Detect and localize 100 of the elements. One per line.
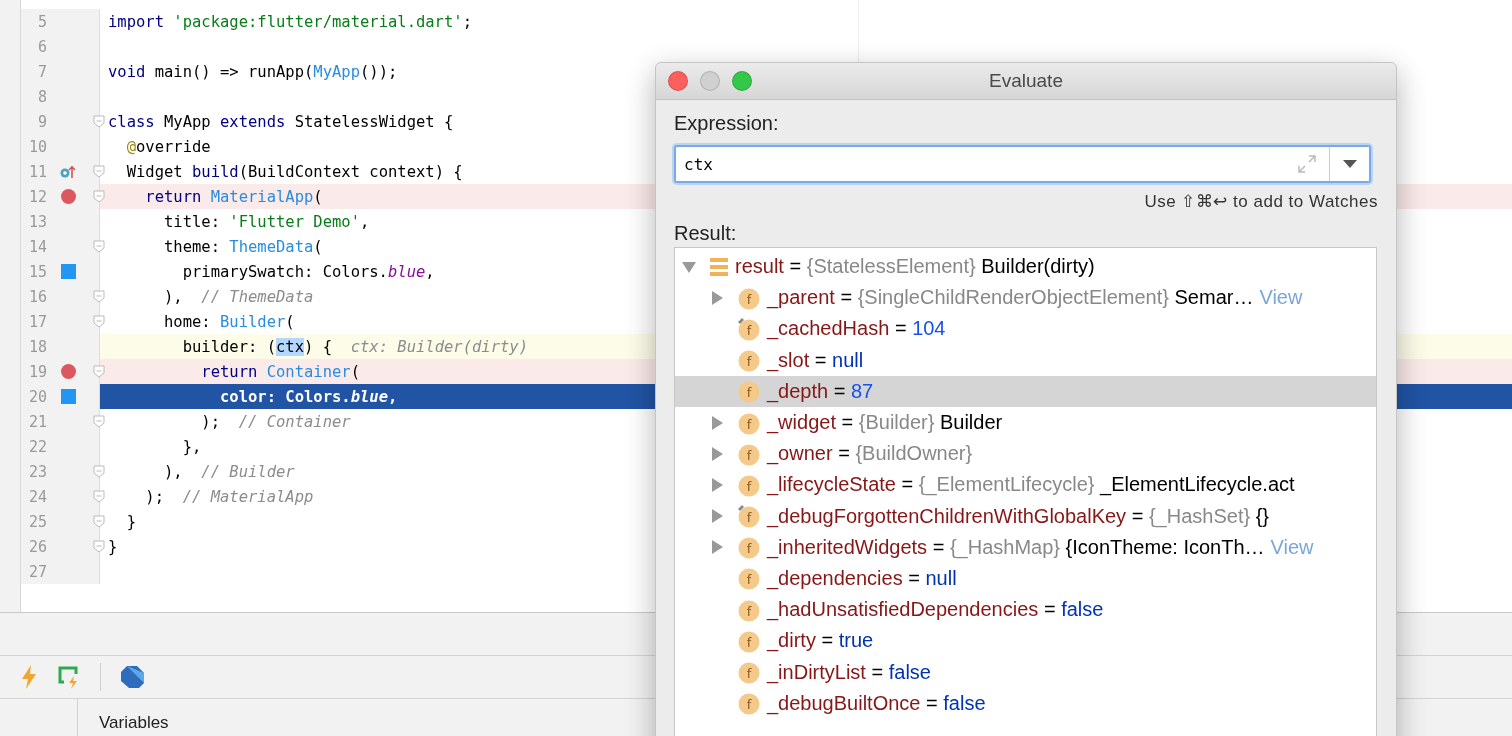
expand-arrow-icon[interactable] [709,445,725,462]
lightning-icon[interactable] [20,664,38,690]
history-dropdown-button[interactable] [1329,147,1369,181]
expression-input[interactable]: ctx [676,153,1297,175]
result-tree-row[interactable]: f _parent = {SingleChildRenderObjectElement} Semar… View [675,282,1376,314]
fold-marker-icon[interactable] [93,315,105,328]
expand-arrow-icon[interactable] [709,414,725,431]
result-entry: _dirty = true [767,629,874,653]
result-entry: _cachedHash = 104 [767,317,946,341]
fold-marker-icon[interactable] [93,540,105,553]
result-tree-row[interactable]: f _depth = 87 [675,375,1376,407]
breakpoint-icon[interactable] [60,189,76,204]
field-icon: f [737,566,761,591]
line-number: 9 [36,112,47,131]
line-number: 8 [36,87,47,106]
line-number: 26 [27,537,47,556]
fold-marker-icon[interactable] [93,415,105,428]
result-tree-row[interactable]: f _dependencies = null [675,562,1376,595]
result-entry: _dependencies = null [767,566,957,590]
field-icon: f [737,316,761,341]
color-swatch-icon[interactable] [60,264,76,279]
line-number: 13 [27,212,47,231]
line-number: 16 [27,287,47,306]
result-entry: result = {StatelessElement} Builder(dirty) [735,255,1095,279]
result-tree-row[interactable]: f _owner = {BuildOwner} [675,438,1376,470]
expand-arrow-icon[interactable] [709,289,725,306]
code-line: home: Builder( [163,312,295,331]
code-line: }, [181,437,202,456]
fold-marker-icon[interactable] [93,490,105,503]
code-line: import 'package:flutter/material.dart'; [108,12,472,31]
field-icon: f [737,348,761,373]
breakpoint-icon[interactable] [60,364,76,379]
dialog-title: Evaluate [989,70,1063,92]
line-number: 21 [27,412,47,431]
expression-field[interactable]: ctx [674,145,1371,183]
list-icon [709,255,729,278]
result-entry: _widget = {Builder} Builder [767,411,1003,435]
color-swatch-icon[interactable] [60,389,76,404]
field-icon: f [737,379,761,404]
line-number: 24 [27,487,47,506]
code-line: title: 'Flutter Demo', [163,212,370,231]
result-entry: _debugBuiltOnce = false [767,691,986,715]
code-line: void main() => runApp(MyApp()); [108,62,398,81]
result-tree-row[interactable]: f _slot = null [675,344,1376,376]
code-line: ); // MaterialApp [144,487,314,506]
result-tree-row[interactable]: f _inheritedWidgets = {_HashMap} {IconTheme: IconTh… View [675,531,1376,563]
code-line: ); // Container [200,412,351,431]
code-line: return MaterialApp( [144,187,323,206]
result-label: Result: [674,222,737,245]
close-button[interactable] [668,71,688,91]
fold-marker-icon[interactable] [93,190,105,203]
line-number: 19 [27,362,47,381]
code-line: ), // ThemeData [163,287,314,306]
result-tree-row[interactable]: f _lifecycleState = {_ElementLifecycle} _ElementLifecycle.act [675,469,1376,501]
expand-icon[interactable] [1297,154,1317,174]
fold-marker-icon[interactable] [93,365,105,378]
fold-marker-icon[interactable] [93,290,105,303]
result-entry: _lifecycleState = {_ElementLifecycle} _ElementLifecycle.act [767,473,1295,497]
line-number: 11 [27,162,47,181]
line-number: 23 [27,462,47,481]
expand-arrow-icon[interactable] [709,508,725,525]
code-line: } [125,512,136,531]
watches-hint: Use ⇧⌘↩ to add to Watches [1144,191,1378,212]
minimize-button[interactable] [700,71,720,91]
code-line: color: Colors.blue, [218,387,398,406]
field-icon: f [737,535,761,560]
line-number: 20 [27,387,47,406]
result-entry: _inheritedWidgets = {_HashMap} {IconTheme: IconTh… [767,535,1265,559]
result-tree-row[interactable]: f _widget = {Builder} Builder [675,406,1376,439]
code-line: Widget build(BuildContext context) { [125,162,463,181]
zoom-button[interactable] [732,71,752,91]
expression-label: Expression: [674,112,779,135]
override-icon[interactable] [60,164,76,179]
line-number: 22 [27,437,47,456]
fold-marker-icon[interactable] [93,465,105,478]
fold-marker-icon[interactable] [93,240,105,253]
result-tree-row[interactable]: result = {StatelessElement} Builder(dirty) [675,251,1376,283]
code-line: @override [125,137,211,156]
fold-marker-icon[interactable] [93,515,105,528]
dart-icon[interactable] [119,664,145,690]
code-line: primarySwatch: Colors.blue, [181,262,435,281]
expand-arrow-icon[interactable] [709,476,725,493]
result-tree-row[interactable]: f _hadUnsatisfiedDependencies = false [675,594,1376,626]
code-line: class MyApp extends StatelessWidget { [108,112,454,131]
field-icon: f [737,691,761,716]
result-tree-row[interactable]: f _debugBuiltOnce = false [675,687,1376,719]
result-tree-row[interactable]: f _cachedHash = 104 [675,313,1376,345]
field-icon: f [737,660,761,685]
fold-marker-icon[interactable] [93,115,105,128]
result-entry: _parent = {SingleChildRenderObjectElement} Semar… [767,286,1254,310]
line-number: 18 [27,337,47,356]
fold-marker-icon[interactable] [93,165,105,178]
code-line: ), // Builder [163,462,295,481]
line-number: 25 [27,512,47,531]
line-number: 6 [36,37,47,56]
result-tree-row[interactable]: f _debugForgottenChildrenWithGlobalKey = {_HashSet} {} [675,500,1376,532]
line-number: 7 [36,62,47,81]
variables-tab[interactable]: Variables [99,713,169,736]
line-number: 17 [27,312,47,331]
expand-arrow-icon[interactable] [709,539,725,556]
